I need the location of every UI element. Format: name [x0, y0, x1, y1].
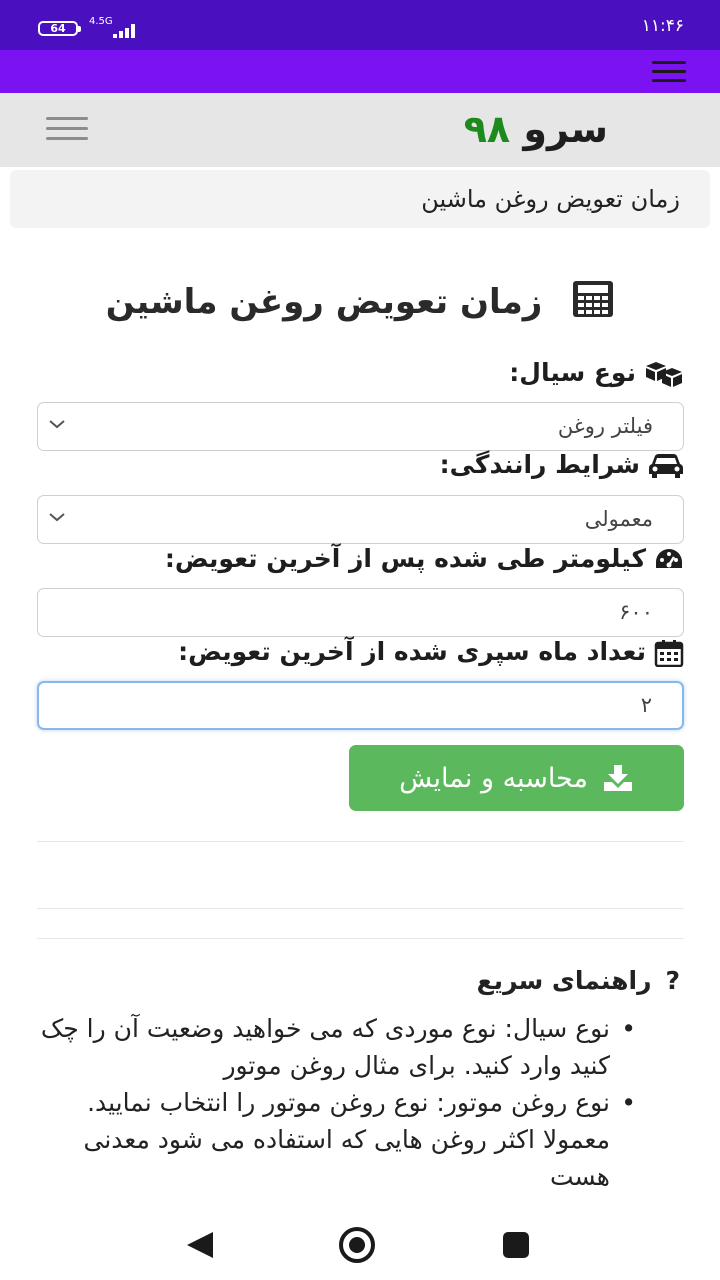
fluid-type-select[interactable]: فیلتر روغن: [37, 402, 684, 451]
system-nav-bar: [0, 1210, 720, 1280]
logo-text: سرو: [523, 107, 608, 151]
clock: ۱۱:۴۶: [641, 16, 684, 36]
help-title: ? راهنمای سریع: [477, 966, 680, 995]
driving-label: شرایط رانندگی:: [440, 450, 684, 480]
km-input[interactable]: ۶۰۰: [37, 588, 684, 637]
driving-value: معمولی: [584, 507, 653, 531]
months-input[interactable]: ۲: [37, 681, 684, 730]
recent-apps-icon[interactable]: [503, 1232, 529, 1258]
divider: [37, 908, 684, 909]
chevron-down-icon: [49, 513, 65, 522]
months-value: ۲: [640, 693, 652, 717]
download-icon: [603, 765, 632, 791]
question-icon: ?: [665, 966, 680, 995]
signal-icon: [95, 20, 137, 38]
divider: [37, 938, 684, 939]
menu-icon[interactable]: [652, 61, 686, 83]
logo-number: ۹۸: [463, 107, 511, 151]
calculate-button-label: محاسبه و نمایش: [399, 762, 588, 794]
breadcrumb: زمان تعویض روغن ماشین: [10, 170, 710, 228]
calendar-icon: [654, 640, 684, 668]
app-bar: [0, 50, 720, 93]
speedometer-icon: [656, 549, 682, 568]
help-list: نوع سیال: نوع موردی که می خواهید وضعیت آ…: [40, 1010, 640, 1210]
calculator-icon: [572, 280, 614, 327]
divider: [37, 841, 684, 842]
status-bar: 64 4.5G ۱۱:۴۶: [0, 0, 720, 50]
page-title-row: زمان تعویض روغن ماشین: [0, 280, 720, 327]
page-title: زمان تعویض روغن ماشین: [105, 282, 543, 322]
months-label-text: تعداد ماه سپری شده از آخرین تعویض:: [178, 637, 646, 666]
help-title-text: راهنمای سریع: [476, 966, 652, 995]
months-label: تعداد ماه سپری شده از آخرین تعویض:: [178, 637, 684, 668]
driving-select[interactable]: معمولی: [37, 495, 684, 544]
battery-level: 64: [50, 22, 66, 35]
list-item: نوع روغن موتور: نوع روغن موتور را انتخاب…: [40, 1084, 640, 1195]
cubes-icon: [646, 362, 682, 387]
driving-label-text: شرایط رانندگی:: [439, 450, 640, 479]
battery-icon: 64: [38, 21, 81, 36]
hamburger-icon[interactable]: [46, 117, 88, 141]
calculate-button[interactable]: محاسبه و نمایش: [349, 745, 684, 811]
km-value: ۶۰۰: [619, 600, 653, 624]
back-icon[interactable]: [187, 1232, 213, 1258]
list-item: نوع سیال: نوع موردی که می خواهید وضعیت آ…: [40, 1010, 640, 1084]
site-header: سرو ۹۸: [0, 93, 720, 167]
fluid-type-label: نوع سیال:: [509, 358, 684, 388]
fluid-type-value: فیلتر روغن: [557, 414, 653, 438]
chevron-down-icon: [49, 420, 65, 429]
fluid-type-label-text: نوع سیال:: [509, 358, 636, 387]
km-label-text: کیلومتر طی شده پس از آخرین تعویض:: [164, 544, 646, 573]
site-logo[interactable]: سرو ۹۸: [464, 107, 608, 151]
km-label: کیلومتر طی شده پس از آخرین تعویض:: [165, 544, 684, 574]
car-icon: [649, 454, 683, 478]
home-icon[interactable]: [339, 1227, 375, 1263]
